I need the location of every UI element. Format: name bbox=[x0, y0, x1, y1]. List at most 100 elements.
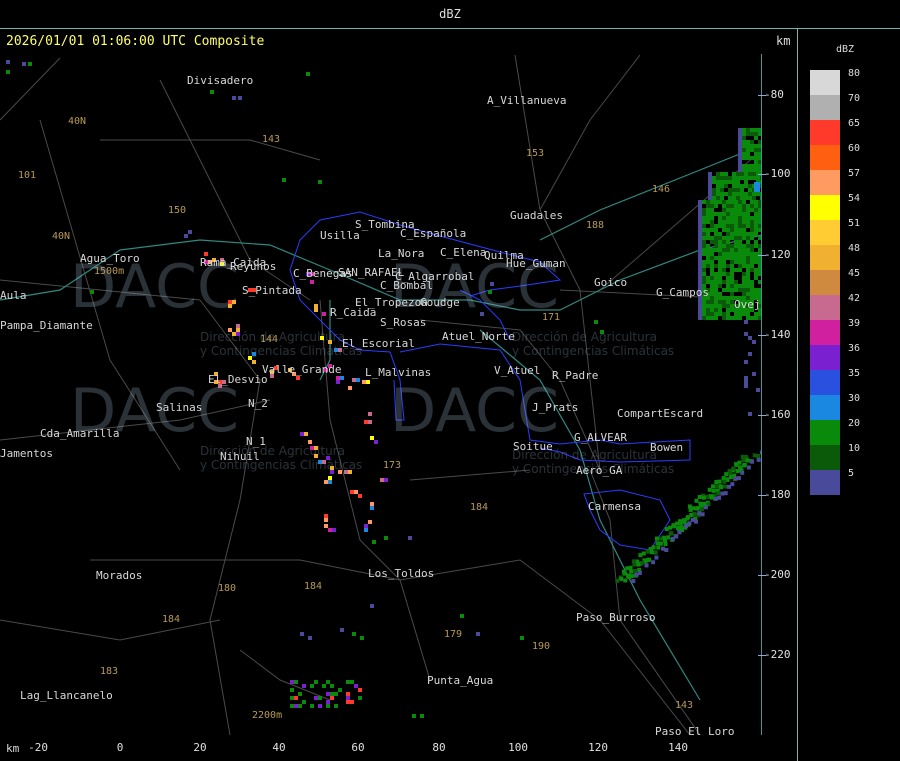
echo-cell bbox=[720, 184, 724, 188]
place-label: G_Campos bbox=[656, 286, 709, 299]
echo-cell bbox=[702, 224, 706, 228]
echo-cell bbox=[722, 260, 726, 264]
echo-cell bbox=[713, 496, 718, 501]
echo-cell bbox=[722, 224, 726, 228]
echo-cell bbox=[738, 152, 742, 156]
echo-cell bbox=[754, 208, 758, 212]
echo-cell bbox=[718, 236, 722, 240]
echo-cell bbox=[742, 164, 746, 168]
echo-cell bbox=[754, 164, 758, 168]
echo-cell bbox=[726, 212, 730, 216]
echo-cell bbox=[730, 224, 734, 228]
x-tick-label: 0 bbox=[116, 741, 124, 754]
echo-cell bbox=[748, 352, 752, 356]
echo-cell bbox=[726, 284, 730, 288]
echo-cell bbox=[744, 196, 748, 200]
road-number: 173 bbox=[383, 460, 402, 471]
echo-cell bbox=[748, 188, 752, 192]
echo-cell bbox=[746, 256, 750, 260]
echo-cell bbox=[328, 340, 332, 344]
echo-cell bbox=[663, 542, 668, 547]
echo-cell bbox=[752, 196, 756, 200]
echo-cell bbox=[670, 536, 675, 541]
echo-cell bbox=[738, 140, 742, 144]
echo-cell bbox=[754, 268, 758, 272]
echo-cell bbox=[238, 96, 242, 100]
echo-cell bbox=[736, 180, 740, 184]
echo-cell bbox=[420, 714, 424, 718]
echo-cell bbox=[730, 228, 734, 232]
echo-cell bbox=[460, 614, 464, 618]
echo-cell bbox=[346, 696, 350, 700]
echo-cell bbox=[702, 304, 706, 308]
echo-cell bbox=[718, 232, 722, 236]
echo-cell bbox=[734, 256, 738, 260]
echo-cell bbox=[758, 140, 762, 144]
y-tick-label: -200 bbox=[764, 568, 791, 581]
echo-cell bbox=[732, 180, 736, 184]
echo-cell bbox=[736, 184, 740, 188]
x-tick-label: 80 bbox=[432, 741, 446, 754]
echo-cell bbox=[318, 180, 322, 184]
echo-cell bbox=[736, 192, 740, 196]
echo-cell bbox=[228, 304, 232, 308]
echo-cell bbox=[714, 280, 718, 284]
unit-label-bottom: km bbox=[6, 742, 20, 755]
echo-cell bbox=[734, 284, 738, 288]
echo-cell bbox=[710, 212, 714, 216]
echo-cell bbox=[736, 188, 740, 192]
echo-cell bbox=[722, 264, 726, 268]
echo-cell bbox=[726, 220, 730, 224]
echo-cell bbox=[706, 260, 710, 264]
place-label: Paso_El_Loro bbox=[655, 725, 735, 735]
road-number: 180 bbox=[218, 583, 237, 594]
echo-cell bbox=[754, 136, 758, 140]
echo-cell bbox=[754, 228, 758, 232]
echo-cell bbox=[754, 316, 758, 320]
legend-value: 60 bbox=[848, 143, 861, 154]
echo-cell bbox=[698, 244, 702, 248]
echo-cell bbox=[742, 232, 746, 236]
echo-cell bbox=[662, 538, 667, 543]
echo-cell bbox=[726, 276, 730, 280]
echo-cell bbox=[698, 304, 702, 308]
x-tick-label: -20 bbox=[28, 741, 48, 754]
legend-swatch bbox=[810, 470, 840, 495]
echo-cell bbox=[760, 196, 762, 200]
place-label: C_Bombal bbox=[380, 279, 433, 292]
echo-cell bbox=[734, 212, 738, 216]
legend-swatch bbox=[810, 170, 840, 195]
echo-cell bbox=[326, 700, 330, 704]
echo-cell bbox=[644, 563, 649, 568]
legend-swatch bbox=[810, 445, 840, 470]
place-label: Aero_GA bbox=[576, 464, 623, 477]
echo-cell bbox=[752, 340, 756, 344]
echo-cell bbox=[326, 456, 330, 460]
echo-cell bbox=[710, 284, 714, 288]
echo-cell bbox=[742, 132, 746, 136]
echo-cell bbox=[645, 549, 650, 554]
echo-cell bbox=[698, 232, 702, 236]
echo-cell bbox=[714, 236, 718, 240]
echo-cell bbox=[746, 156, 750, 160]
echo-cell bbox=[734, 288, 738, 292]
road-number: 171 bbox=[542, 312, 561, 323]
echo-cell bbox=[723, 484, 727, 489]
echo-cell bbox=[758, 288, 762, 292]
echo-cell bbox=[746, 224, 750, 228]
echo-cell bbox=[702, 272, 706, 276]
legend-value: 57 bbox=[848, 168, 861, 179]
echo-cell bbox=[733, 476, 738, 481]
echo-cell bbox=[702, 232, 706, 236]
echo-cell bbox=[346, 700, 350, 704]
echo-cell bbox=[714, 288, 718, 292]
echo-cell bbox=[758, 224, 762, 228]
echo-cell bbox=[714, 244, 718, 248]
echo-cell bbox=[728, 188, 732, 192]
echo-cell bbox=[760, 192, 762, 196]
echo-cell bbox=[350, 680, 354, 684]
echo-cell bbox=[322, 684, 326, 688]
echo-cell bbox=[330, 470, 334, 474]
radar-map[interactable]: DACC DACC DACC DACC Dirección de Agricul… bbox=[0, 54, 762, 735]
echo-cell bbox=[708, 172, 712, 176]
